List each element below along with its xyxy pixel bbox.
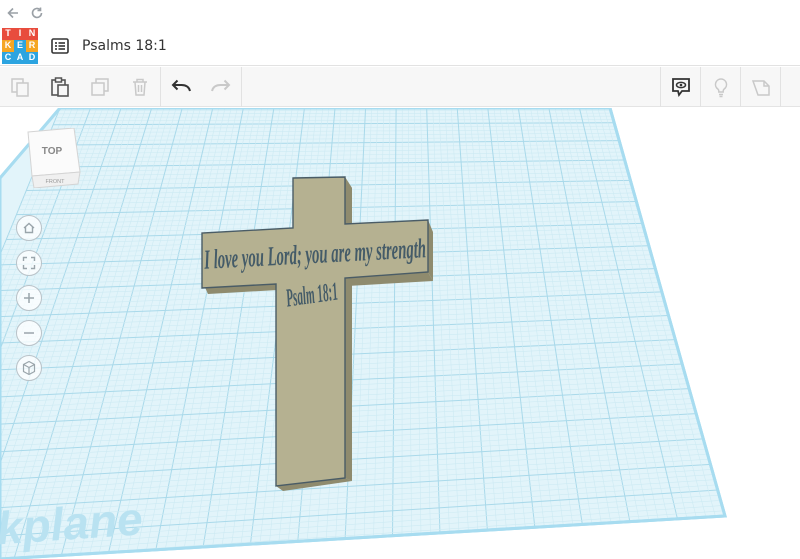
redo-button[interactable]	[201, 67, 241, 107]
paste-button[interactable]	[40, 67, 80, 107]
notes-button[interactable]	[660, 67, 700, 107]
reload-icon	[31, 7, 43, 19]
view-cube-top-label: TOP	[42, 146, 63, 157]
duplicate-icon	[91, 78, 109, 96]
design-title[interactable]: Psalms 18:1	[82, 38, 167, 54]
logo-letter: I	[14, 27, 26, 40]
logo-letter: A	[14, 51, 26, 64]
design-menu-button[interactable]	[50, 36, 70, 56]
lightbulb-icon	[714, 78, 727, 98]
reload-button[interactable]	[28, 4, 46, 22]
undo-icon	[171, 79, 191, 92]
browser-nav-bar	[0, 0, 800, 26]
logo-letter: D	[26, 51, 38, 64]
delete-button[interactable]	[120, 67, 160, 107]
perspective-button[interactable]	[16, 355, 42, 381]
toolbar-separator	[241, 67, 242, 107]
home-view-button[interactable]	[16, 215, 42, 241]
logo-letter: T	[2, 27, 14, 40]
logo-letter: C	[2, 51, 14, 64]
back-button[interactable]	[4, 4, 22, 22]
zoom-in-icon	[24, 293, 34, 303]
home-view-icon	[23, 222, 35, 234]
arrow-left-icon	[7, 7, 18, 19]
cross-lower-side	[345, 291, 352, 481]
zoom-out-icon	[24, 332, 34, 334]
paste-icon	[51, 77, 69, 97]
scene-canvas[interactable]: rkplane I love you Lord; you are my stre…	[0, 108, 800, 559]
view-cube-graphic: TOP FRONT	[27, 127, 81, 189]
shape-tool-button[interactable]	[740, 67, 780, 107]
undo-button[interactable]	[161, 67, 201, 107]
fit-all-button[interactable]	[16, 250, 42, 276]
logo-letter: E	[14, 39, 26, 52]
workplane[interactable]: rkplane	[0, 108, 727, 559]
toolbar-separator	[780, 67, 781, 107]
logo-letter: N	[26, 27, 38, 40]
copy-button[interactable]	[0, 67, 40, 107]
hints-button[interactable]	[700, 67, 740, 107]
3d-viewport[interactable]: rkplane I love you Lord; you are my stre…	[0, 108, 800, 559]
duplicate-button[interactable]	[80, 67, 120, 107]
list-icon	[51, 37, 69, 54]
delete-icon	[133, 78, 147, 96]
perspective-icon	[22, 360, 36, 376]
view-cube-front-label: FRONT	[46, 179, 66, 185]
view-cube[interactable]: TOP FRONT	[24, 127, 82, 189]
shape-icon	[751, 80, 770, 96]
zoom-in-button[interactable]	[16, 285, 42, 311]
notes-icon	[671, 78, 690, 98]
logo-letter: R	[26, 39, 38, 52]
fit-all-icon	[22, 256, 36, 270]
tinkercad-editor: T I N K E R C A D Psalms 18:1 rkplane I …	[0, 0, 800, 559]
tinkercad-logo[interactable]: T I N K E R C A D	[2, 27, 38, 64]
logo-letter: K	[2, 39, 14, 52]
zoom-out-button[interactable]	[16, 320, 42, 346]
app-header: T I N K E R C A D Psalms 18:1	[0, 26, 800, 66]
copy-icon	[11, 78, 29, 97]
edit-toolbar	[0, 67, 800, 107]
redo-icon	[211, 79, 231, 92]
